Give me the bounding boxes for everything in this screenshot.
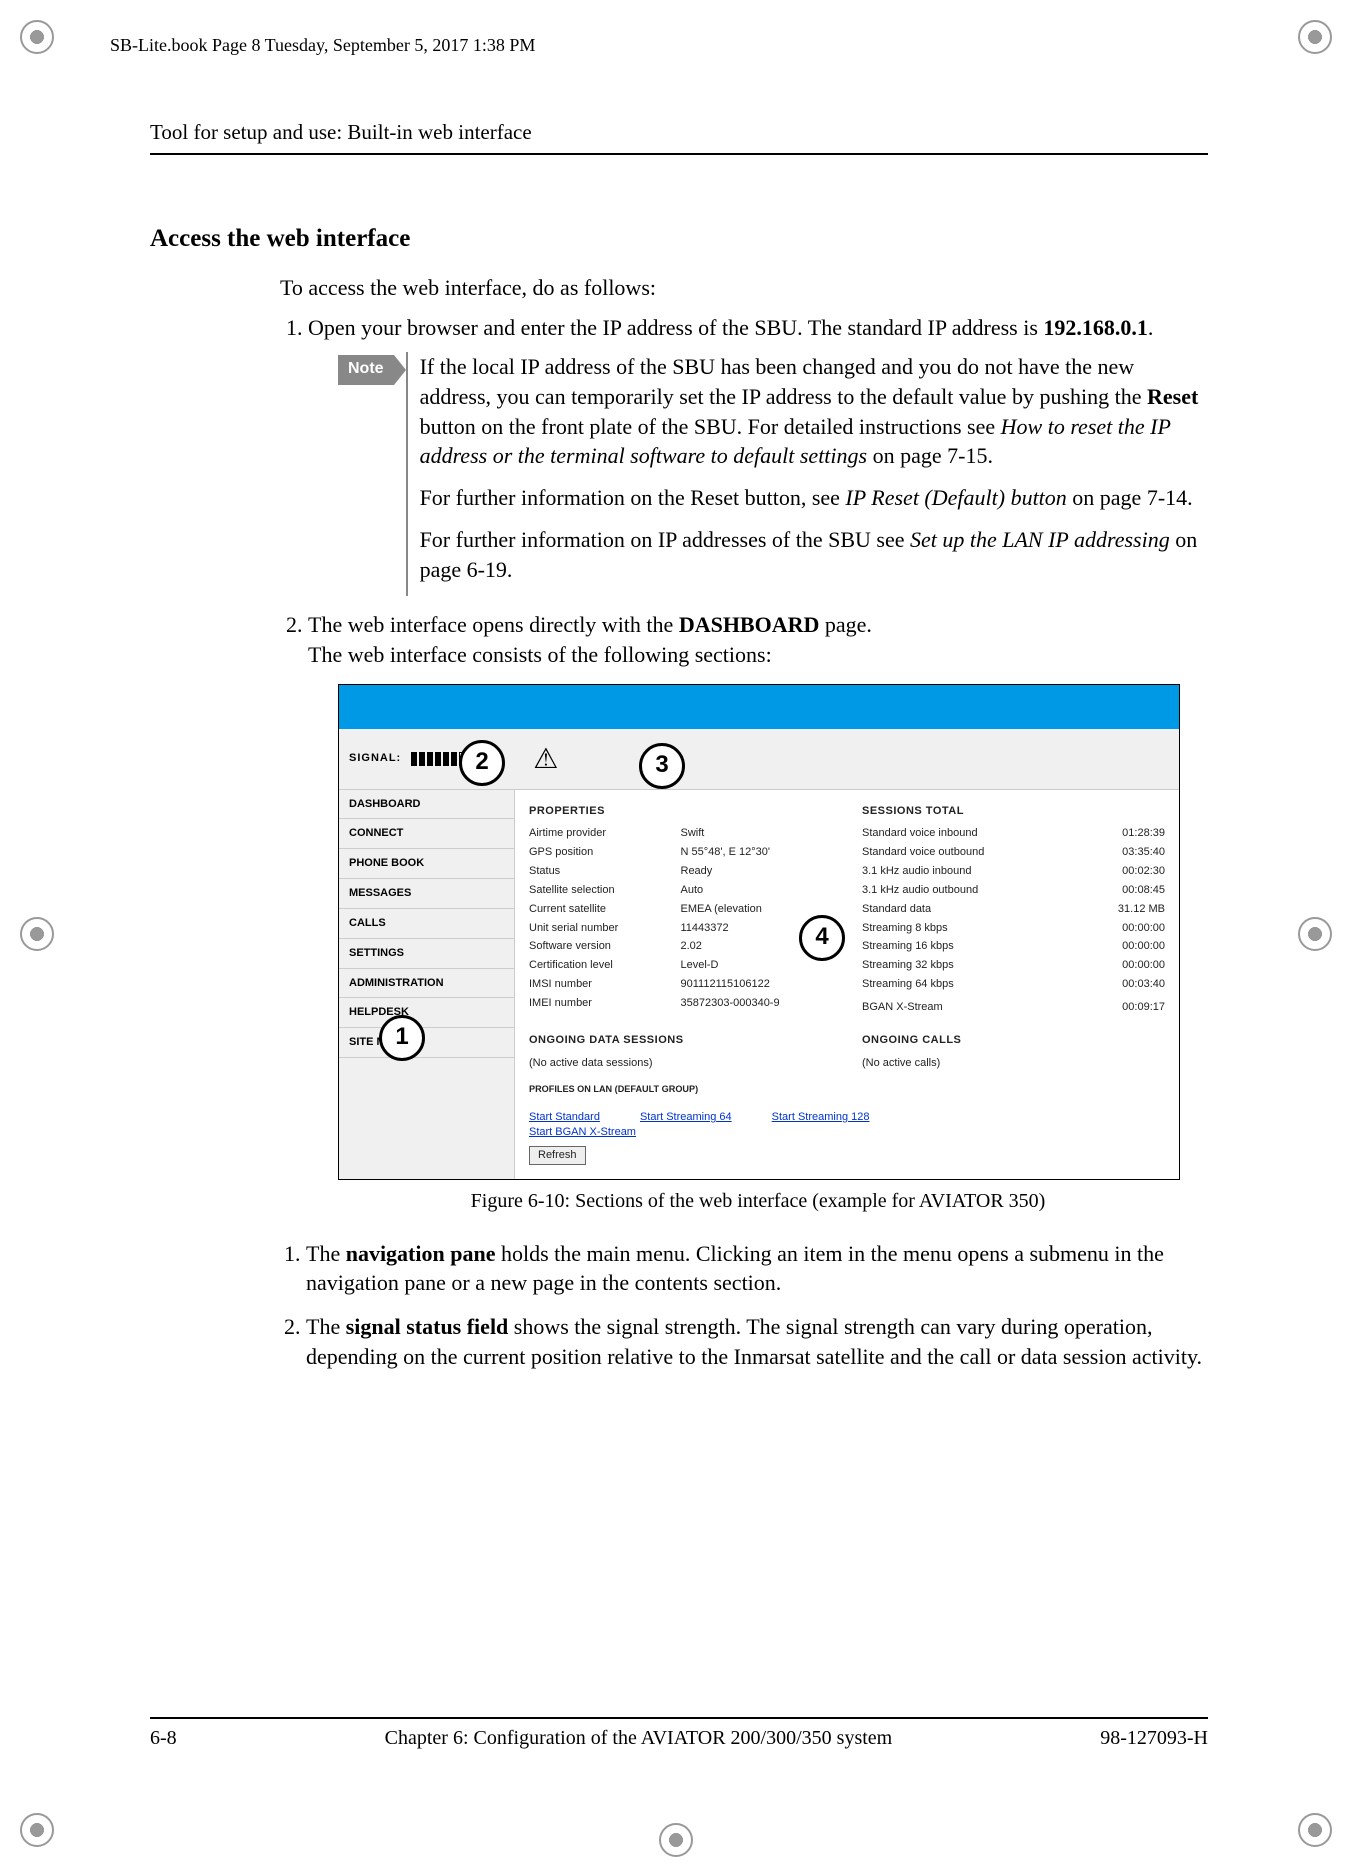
session-row: BGAN X-Stream00:09:17 bbox=[862, 1000, 1165, 1015]
note-p2-a: For further information on the Reset but… bbox=[420, 485, 846, 510]
profile-link[interactable]: Start Standard bbox=[529, 1111, 600, 1123]
nav-item[interactable]: CALLS bbox=[339, 909, 514, 939]
note-p2-b: IP Reset (Default) button bbox=[845, 485, 1066, 510]
properties-list: Airtime providerSwift GPS positionN 55°48… bbox=[529, 826, 832, 1010]
note-p1-a: If the local IP address of the SBU has b… bbox=[420, 354, 1147, 409]
desc1-b: navigation pane bbox=[346, 1241, 496, 1266]
callout-4: 4 bbox=[799, 915, 845, 961]
nav-item[interactable]: MESSAGES bbox=[339, 879, 514, 909]
desc2-b: signal status field bbox=[346, 1314, 509, 1339]
ongoing-data-heading: ONGOING DATA SESSIONS bbox=[529, 1033, 832, 1048]
figure-dashboard: SIGNAL: ⚠ DASHBOARDCONNECTPHONE BOOKMESS… bbox=[338, 684, 1180, 1180]
warning-icon: ⚠ bbox=[533, 740, 558, 778]
step-2: The web interface opens directly with th… bbox=[308, 610, 1208, 1214]
figure-caption: Figure 6-10: Sections of the web interfa… bbox=[308, 1188, 1208, 1215]
properties-heading: PROPERTIES bbox=[529, 804, 832, 819]
desc1-a: The bbox=[306, 1241, 346, 1266]
crop-mark-icon bbox=[20, 917, 60, 957]
session-row: 3.1 kHz audio outbound00:08:45 bbox=[862, 883, 1165, 898]
nav-item[interactable]: PHONE BOOK bbox=[339, 849, 514, 879]
step-1-text-a: Open your browser and enter the IP addre… bbox=[308, 315, 1043, 340]
note-p1-c: button on the front plate of the SBU. Fo… bbox=[420, 414, 1001, 439]
session-row: Streaming 32 kbps00:00:00 bbox=[862, 958, 1165, 973]
note-p2-c: on page 7-14. bbox=[1067, 485, 1193, 510]
profile-links: Start Standard Start Streaming 64 Start St… bbox=[529, 1110, 1165, 1140]
property-row: Software version2.02 bbox=[529, 939, 832, 954]
intro-text: To access the web interface, do as follo… bbox=[280, 273, 1208, 303]
step-2-a: The web interface opens directly with th… bbox=[308, 612, 679, 637]
section-heading: Access the web interface bbox=[150, 225, 1208, 253]
property-row: Unit serial number11443372 bbox=[529, 921, 832, 936]
doc-number: 98-127093-H bbox=[1100, 1727, 1208, 1750]
profiles-heading: PROFILES ON LAN (DEFAULT GROUP) bbox=[529, 1083, 1165, 1095]
ongoing-data-value: (No active data sessions) bbox=[529, 1056, 832, 1071]
refresh-button[interactable]: Refresh bbox=[529, 1146, 586, 1165]
session-row: 3.1 kHz audio inbound00:02:30 bbox=[862, 864, 1165, 879]
profile-link[interactable]: Start Streaming 128 bbox=[772, 1111, 870, 1123]
crop-mark-icon bbox=[659, 1823, 699, 1863]
property-row: Certification levelLevel-D bbox=[529, 958, 832, 973]
nav-item[interactable]: ADMINISTRATION bbox=[339, 969, 514, 999]
running-header: Tool for setup and use: Built-in web int… bbox=[150, 120, 1208, 155]
note-paragraph-3: For further information on IP addresses … bbox=[420, 525, 1208, 584]
title-bar bbox=[339, 685, 1179, 729]
page-number: 6-8 bbox=[150, 1727, 177, 1750]
note-p3-b: Set up the LAN IP addressing bbox=[910, 527, 1170, 552]
property-row: Current satelliteEMEA (elevation bbox=[529, 902, 832, 917]
profile-link[interactable]: Start Streaming 64 bbox=[640, 1111, 732, 1123]
nav-item[interactable]: DASHBOARD bbox=[339, 790, 514, 820]
nav-item[interactable]: HELPDESK bbox=[339, 998, 514, 1028]
step-2-line2: The web interface consists of the follow… bbox=[308, 642, 772, 667]
crop-mark-icon bbox=[20, 1813, 60, 1853]
step-1-ip: 192.168.0.1 bbox=[1043, 315, 1148, 340]
nav-item[interactable]: SITE MAP bbox=[339, 1028, 514, 1058]
note-p1-e: on page 7-15. bbox=[867, 443, 993, 468]
property-row: Satellite selectionAuto bbox=[529, 883, 832, 898]
step-1-text-b: . bbox=[1148, 315, 1154, 340]
property-row: Airtime providerSwift bbox=[529, 826, 832, 841]
note-p1-b: Reset bbox=[1147, 384, 1198, 409]
crop-mark-icon bbox=[20, 20, 60, 60]
ongoing-calls-heading: ONGOING CALLS bbox=[862, 1033, 1165, 1048]
note-p3-a: For further information on IP addresses … bbox=[420, 527, 910, 552]
session-row: Standard voice inbound01:28:39 bbox=[862, 826, 1165, 841]
session-row: Standard data31.12 MB bbox=[862, 902, 1165, 917]
session-row: Streaming 16 kbps00:00:00 bbox=[862, 939, 1165, 954]
step-2-b: DASHBOARD bbox=[679, 612, 820, 637]
document-meta: SB-Lite.book Page 8 Tuesday, September 5… bbox=[110, 35, 535, 56]
nav-pane: DASHBOARDCONNECTPHONE BOOKMESSAGESCALLSS… bbox=[339, 790, 515, 1179]
crop-mark-icon bbox=[1298, 1813, 1338, 1853]
crop-mark-icon bbox=[1298, 917, 1338, 957]
crop-mark-icon bbox=[1298, 20, 1338, 60]
note-paragraph-2: For further information on the Reset but… bbox=[420, 483, 1208, 513]
sessions-heading: SESSIONS TOTAL bbox=[862, 804, 1165, 819]
desc2-a: The bbox=[306, 1314, 346, 1339]
property-row: IMEI number35872303-000340-9 bbox=[529, 996, 832, 1011]
session-row: Standard voice outbound03:35:40 bbox=[862, 845, 1165, 860]
nav-item[interactable]: SETTINGS bbox=[339, 939, 514, 969]
desc-item-2: The signal status field shows the signal… bbox=[306, 1312, 1208, 1371]
signal-label: SIGNAL: bbox=[349, 751, 401, 766]
session-row: Streaming 8 kbps00:00:00 bbox=[862, 921, 1165, 936]
desc-item-1: The navigation pane holds the main menu.… bbox=[306, 1239, 1208, 1298]
chapter-title: Chapter 6: Configuration of the AVIATOR … bbox=[385, 1727, 893, 1750]
step-1: Open your browser and enter the IP addre… bbox=[308, 313, 1208, 597]
property-row: IMSI number901112115106122 bbox=[529, 977, 832, 992]
ongoing-calls-value: (No active calls) bbox=[862, 1056, 1165, 1071]
callout-1: 1 bbox=[379, 1015, 425, 1061]
nav-item[interactable]: CONNECT bbox=[339, 819, 514, 849]
session-row: Streaming 64 kbps00:03:40 bbox=[862, 977, 1165, 992]
step-2-c: page. bbox=[819, 612, 872, 637]
property-row: GPS positionN 55°48', E 12°30' bbox=[529, 845, 832, 860]
property-row: StatusReady bbox=[529, 864, 832, 879]
callout-2: 2 bbox=[459, 740, 505, 786]
note-paragraph-1: If the local IP address of the SBU has b… bbox=[420, 352, 1208, 471]
note-tag: Note bbox=[338, 355, 394, 385]
callout-3: 3 bbox=[639, 743, 685, 789]
sessions-list: Standard voice inbound01:28:39 Standard v… bbox=[862, 826, 1165, 1014]
profile-link[interactable]: Start BGAN X-Stream bbox=[529, 1126, 636, 1138]
